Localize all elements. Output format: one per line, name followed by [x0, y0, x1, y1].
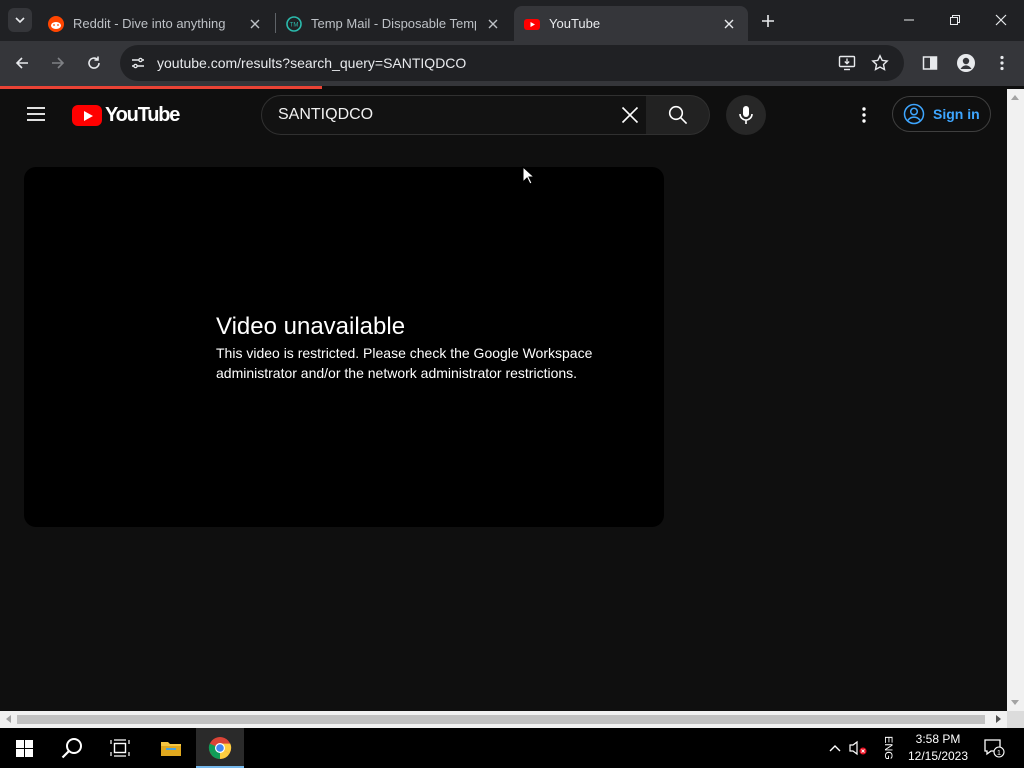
sign-in-label: Sign in [933, 106, 980, 122]
clock[interactable]: 3:58 PM 12/15/2023 [904, 731, 972, 765]
scroll-right-arrow[interactable] [996, 715, 1001, 723]
tab-youtube[interactable]: YouTube [514, 6, 748, 41]
close-icon [621, 106, 639, 124]
account-circle-icon [903, 103, 925, 125]
tab-strip: Reddit - Dive into anything TM Temp Mail… [0, 0, 1024, 41]
side-panel-button[interactable] [916, 49, 944, 77]
close-icon[interactable] [720, 15, 738, 33]
arrow-left-icon [15, 57, 28, 69]
close-icon [995, 14, 1007, 26]
close-window-button[interactable] [978, 0, 1024, 40]
profile-icon [957, 54, 975, 72]
windows-logo-icon [15, 739, 33, 757]
scroll-left-arrow[interactable] [6, 715, 11, 723]
tab-temp-mail[interactable]: TM Temp Mail - Disposable Tempor [276, 6, 512, 41]
tab-search-button[interactable] [8, 8, 32, 32]
search-input[interactable]: SANTIQDCO [261, 95, 647, 135]
guide-menu-button[interactable] [20, 98, 52, 130]
search-query-text[interactable]: SANTIQDCO [278, 106, 373, 124]
video-player[interactable]: Video unavailable This video is restrict… [24, 167, 664, 527]
volume-button[interactable] [846, 728, 870, 768]
forward-button[interactable] [44, 49, 72, 77]
search-button[interactable] [646, 95, 710, 135]
chrome-menu-button[interactable] [988, 49, 1016, 77]
scroll-down-arrow[interactable] [1011, 700, 1019, 705]
sign-in-button[interactable]: Sign in [892, 96, 991, 132]
url-text[interactable]: youtube.com/results?search_query=SANTIQD… [157, 55, 466, 71]
task-view-button[interactable] [96, 728, 144, 768]
tab-title: Temp Mail - Disposable Tempor [311, 16, 476, 31]
youtube-header: YouTube SANTIQDCO Sign in [0, 89, 1007, 141]
start-button[interactable] [0, 728, 48, 768]
notification-center-button[interactable]: 1 [980, 728, 1008, 768]
scroll-up-arrow[interactable] [1011, 95, 1019, 100]
youtube-icon [524, 18, 540, 30]
settings-menu-button[interactable] [848, 99, 880, 131]
close-icon[interactable] [246, 15, 264, 33]
new-tab-button[interactable] [756, 9, 780, 33]
youtube-play-icon [72, 104, 102, 126]
restore-icon [950, 15, 960, 25]
minimize-button[interactable] [886, 0, 932, 40]
search-button[interactable] [48, 728, 96, 768]
vertical-scrollbar[interactable] [1007, 89, 1024, 711]
back-button[interactable] [8, 49, 36, 77]
install-app-button[interactable] [837, 53, 857, 73]
arrow-right-icon [52, 57, 65, 69]
reload-button[interactable] [80, 49, 108, 77]
youtube-logo-text: YouTube [105, 103, 180, 126]
show-hidden-icons-button[interactable] [824, 728, 846, 768]
chrome-icon [208, 737, 232, 759]
folder-icon [161, 742, 181, 756]
search-icon [61, 738, 82, 759]
input-language-indicator[interactable]: ENG [880, 734, 894, 762]
error-message: This video is restricted. Please check t… [216, 345, 593, 381]
clock-time: 3:58 PM [915, 732, 961, 746]
notification-icon: 1 [984, 739, 1005, 758]
tempmail-icon: TM [286, 15, 302, 32]
browser-toolbar: youtube.com/results?search_query=SANTIQD… [0, 41, 1024, 86]
notification-count: 1 [997, 748, 1001, 757]
more-vertical-icon [1000, 55, 1004, 71]
chevron-down-icon [15, 17, 25, 24]
speaker-muted-icon [849, 740, 867, 756]
tab-reddit[interactable]: Reddit - Dive into anything [38, 6, 274, 41]
tab-title: YouTube [549, 16, 601, 31]
tab-title: Reddit - Dive into anything [73, 16, 226, 31]
error-title: Video unavailable [216, 313, 406, 340]
chevron-up-icon [829, 745, 841, 752]
file-explorer-button[interactable] [148, 728, 194, 768]
mouse-cursor-icon [522, 166, 536, 185]
plus-icon [762, 15, 774, 27]
clock-date: 12/15/2023 [907, 749, 969, 763]
close-icon[interactable] [484, 15, 502, 33]
site-info-button[interactable] [128, 53, 148, 73]
profile-button[interactable] [952, 49, 980, 77]
install-app-icon [838, 55, 856, 71]
voice-search-button[interactable] [726, 95, 766, 135]
horizontal-scroll-thumb[interactable] [17, 715, 985, 724]
youtube-logo[interactable]: YouTube [72, 103, 180, 126]
chrome-taskbar-button[interactable] [196, 728, 244, 768]
horizontal-scrollbar[interactable] [0, 711, 1007, 728]
reddit-icon [48, 15, 64, 32]
more-vertical-icon [862, 107, 866, 123]
microphone-icon [739, 106, 753, 124]
search-icon [668, 105, 687, 125]
tune-icon [132, 57, 144, 69]
windows-taskbar: ENG 3:58 PM 12/15/2023 1 [0, 728, 1024, 768]
youtube-page: YouTube SANTIQDCO Sign in Video unavaila… [0, 89, 1007, 711]
reload-icon [88, 56, 100, 69]
bookmark-button[interactable] [870, 53, 890, 73]
clear-search-button[interactable] [612, 97, 648, 133]
star-icon [871, 54, 889, 71]
task-view-icon [110, 739, 130, 757]
restore-button[interactable] [932, 0, 978, 40]
svg-text:TM: TM [290, 22, 299, 28]
minimize-icon [904, 19, 914, 21]
side-panel-icon [922, 56, 938, 70]
scrollbar-corner [1007, 711, 1024, 728]
hamburger-icon [27, 107, 45, 121]
address-bar[interactable]: youtube.com/results?search_query=SANTIQD… [120, 45, 904, 81]
